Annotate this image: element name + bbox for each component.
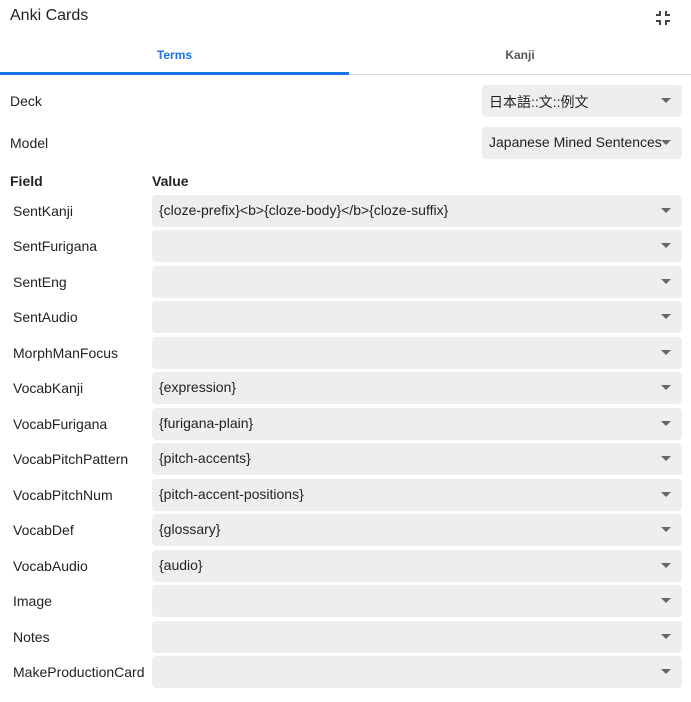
tab-kanji[interactable]: Kanji xyxy=(349,36,691,74)
field-name: VocabPitchPattern xyxy=(13,451,129,467)
field-name: VocabFurigana xyxy=(13,416,108,432)
field-value-select[interactable] xyxy=(152,621,682,653)
chevron-down-icon xyxy=(661,527,671,532)
chevron-down-icon xyxy=(661,314,671,319)
field-value: {furigana-plain} xyxy=(159,415,254,431)
field-value-select[interactable]: {expression} xyxy=(152,372,682,404)
chevron-down-icon xyxy=(661,492,671,497)
field-row: VocabPitchNum {pitch-accent-positions} xyxy=(0,479,691,511)
deck-label: Deck xyxy=(10,93,42,109)
model-value: Japanese Mined Sentences xyxy=(489,134,662,150)
chevron-down-icon xyxy=(661,421,671,426)
chevron-down-icon xyxy=(661,279,671,284)
field-row: SentEng xyxy=(0,266,691,298)
field-name: MakeProductionCard xyxy=(13,664,145,680)
field-value-select[interactable] xyxy=(152,266,682,298)
field-name: Image xyxy=(13,593,52,609)
field-value: {cloze-prefix}<b>{cloze-body}</b>{cloze-… xyxy=(159,202,449,218)
tab-terms[interactable]: Terms xyxy=(0,36,349,75)
chevron-down-icon xyxy=(661,350,671,355)
collapse-button[interactable] xyxy=(653,8,673,28)
chevron-down-icon xyxy=(661,98,671,103)
deck-select[interactable]: 日本語::文::例文 xyxy=(482,85,682,117)
field-value-select[interactable] xyxy=(152,230,682,262)
title-bar: Anki Cards xyxy=(0,0,691,34)
field-value-select[interactable]: {glossary} xyxy=(152,514,682,546)
field-value-select[interactable]: {pitch-accent-positions} xyxy=(152,479,682,511)
chevron-down-icon xyxy=(661,243,671,248)
field-value-select[interactable] xyxy=(152,337,682,369)
field-name: VocabDef xyxy=(13,522,74,538)
field-row: SentFurigana xyxy=(0,230,691,262)
field-value: {expression} xyxy=(159,379,237,395)
field-name: VocabAudio xyxy=(13,558,88,574)
field-value-select[interactable]: {pitch-accents} xyxy=(152,443,682,475)
tab-bar: Terms Kanji xyxy=(0,36,691,75)
field-value-select[interactable] xyxy=(152,656,682,688)
deck-value: 日本語::文::例文 xyxy=(489,94,589,110)
deck-row: Deck 日本語::文::例文 xyxy=(0,85,691,117)
field-row: MorphManFocus xyxy=(0,337,691,369)
field-value-select[interactable]: {furigana-plain} xyxy=(152,408,682,440)
model-select[interactable]: Japanese Mined Sentences xyxy=(482,127,682,159)
model-row: Model Japanese Mined Sentences xyxy=(0,127,691,159)
field-row: Notes xyxy=(0,621,691,653)
field-row: SentKanji {cloze-prefix}<b>{cloze-body}<… xyxy=(0,195,691,227)
field-name: VocabKanji xyxy=(13,380,84,396)
field-name: SentFurigana xyxy=(13,238,98,254)
field-column-header: Field xyxy=(10,173,43,189)
field-row: VocabPitchPattern {pitch-accents} xyxy=(0,443,691,475)
field-name: SentAudio xyxy=(13,309,78,325)
field-row: VocabDef {glossary} xyxy=(0,514,691,546)
field-value-select[interactable]: {cloze-prefix}<b>{cloze-body}</b>{cloze-… xyxy=(152,195,682,227)
field-value: {audio} xyxy=(159,557,203,573)
field-row: SentAudio xyxy=(0,301,691,333)
field-name: MorphManFocus xyxy=(13,345,119,361)
field-name: VocabPitchNum xyxy=(13,487,113,503)
chevron-down-icon xyxy=(661,634,671,639)
field-row: VocabKanji {expression} xyxy=(0,372,691,404)
field-value-select[interactable] xyxy=(152,301,682,333)
chevron-down-icon xyxy=(661,208,671,213)
field-value: {pitch-accent-positions} xyxy=(159,486,304,502)
field-row: VocabFurigana {furigana-plain} xyxy=(0,408,691,440)
window-title: Anki Cards xyxy=(10,7,89,24)
field-row: VocabAudio {audio} xyxy=(0,550,691,582)
chevron-down-icon xyxy=(661,669,671,674)
value-column-header: Value xyxy=(152,173,189,189)
field-value-select[interactable] xyxy=(152,585,682,617)
chevron-down-icon xyxy=(661,385,671,390)
field-name: Notes xyxy=(13,629,50,645)
chevron-down-icon xyxy=(661,140,671,145)
field-name: SentEng xyxy=(13,274,67,290)
field-value: {glossary} xyxy=(159,521,221,537)
model-label: Model xyxy=(10,135,49,151)
chevron-down-icon xyxy=(661,598,671,603)
chevron-down-icon xyxy=(661,456,671,461)
chevron-down-icon xyxy=(661,563,671,568)
field-row: Image xyxy=(0,585,691,617)
field-value: {pitch-accents} xyxy=(159,450,251,466)
field-name: SentKanji xyxy=(13,203,73,219)
collapse-icon xyxy=(656,11,670,25)
field-value-select[interactable]: {audio} xyxy=(152,550,682,582)
field-row: MakeProductionCard xyxy=(0,656,691,688)
